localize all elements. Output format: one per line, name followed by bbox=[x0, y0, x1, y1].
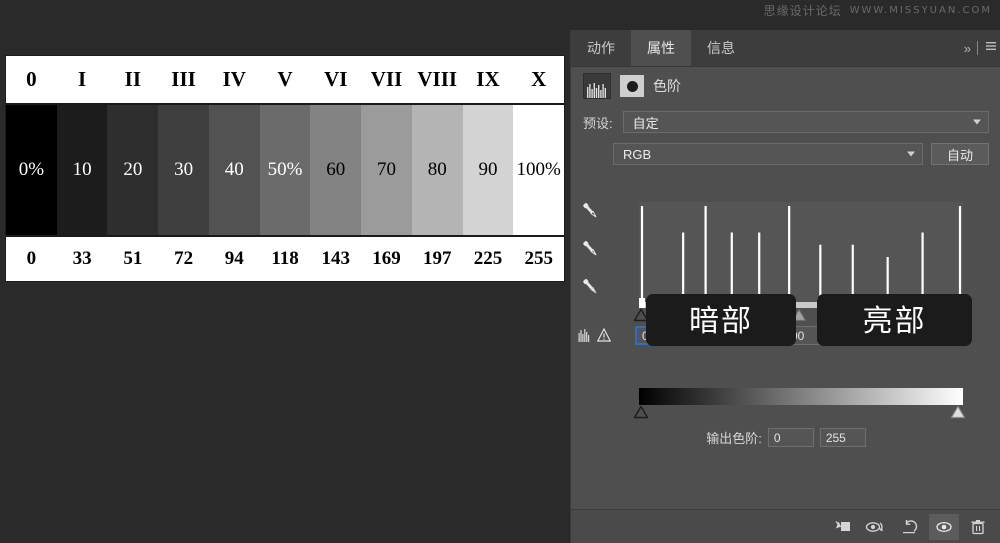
grayscale-swatch-cell: 70 bbox=[361, 105, 412, 235]
channel-row: RGB 自动 bbox=[571, 139, 1000, 169]
roman-numeral-cell: 0 bbox=[26, 67, 37, 91]
histogram-spike bbox=[786, 206, 793, 308]
roman-numeral-cell: IX bbox=[476, 67, 500, 91]
grayscale-swatch-cell: 30 bbox=[158, 105, 209, 235]
roman-numeral-cell: X bbox=[531, 67, 547, 91]
roman-numeral-cell: VI bbox=[324, 67, 348, 91]
tonal-value-row: 0 33 51 72 94 118 143 169 197 225 255 bbox=[6, 235, 564, 281]
grayscale-swatch-cell: 90 bbox=[462, 105, 514, 235]
black-point-eyedropper[interactable] bbox=[579, 200, 601, 222]
delete-adjustment-layer-button[interactable] bbox=[963, 514, 993, 540]
white-point-eyedropper[interactable] bbox=[579, 276, 601, 298]
histogram-spike bbox=[957, 206, 963, 308]
tonal-value-cell: 143 bbox=[321, 248, 351, 269]
annotation-highlights: 亮部 bbox=[817, 294, 972, 346]
grayscale-swatch-cell: 10 bbox=[56, 105, 108, 235]
roman-numeral-cell: V bbox=[277, 67, 293, 91]
toggle-layer-visibility-button[interactable] bbox=[929, 513, 959, 540]
view-previous-state-button[interactable] bbox=[861, 514, 891, 540]
channel-select-value: RGB bbox=[623, 146, 652, 162]
warning-triangle-icon bbox=[597, 328, 611, 342]
tonal-value-cell: 51 bbox=[123, 248, 143, 269]
preset-row: 预设: 自定 bbox=[571, 105, 1000, 139]
tonal-value-cell: 169 bbox=[372, 248, 401, 269]
watermark: 思缘设计论坛 WWW.MISSYUAN.COM bbox=[764, 2, 992, 19]
output-levels-row: 输出色阶: 0 255 bbox=[571, 428, 1000, 447]
adjustment-header: 色阶 bbox=[571, 67, 1000, 105]
histogram-spike bbox=[702, 206, 709, 308]
watermark-forum-name: 思缘设计论坛 bbox=[763, 4, 842, 18]
roman-numeral-cell: VII bbox=[370, 67, 403, 91]
roman-numeral-cell: II bbox=[124, 67, 142, 91]
preset-select[interactable]: 自定 bbox=[622, 111, 989, 133]
tab-info[interactable]: 信息 bbox=[691, 30, 751, 66]
output-white-slider[interactable] bbox=[950, 405, 966, 424]
chevron-down-icon bbox=[907, 151, 915, 157]
histogram-refresh-warning[interactable] bbox=[578, 328, 611, 342]
eyedropper-tools bbox=[579, 200, 601, 298]
grayscale-step-wedge-document: 0 I II III IV V VI VII VIII IX X 0% 10 20 30 40 50% 60 70… bbox=[6, 56, 565, 281]
annotation-shadows: 暗部 bbox=[646, 294, 796, 346]
output-white-field[interactable]: 255 bbox=[819, 428, 866, 447]
tonal-value-cell: 197 bbox=[422, 248, 452, 269]
roman-numeral-cell: III bbox=[171, 67, 196, 91]
roman-numeral-cell: I bbox=[78, 67, 87, 91]
tonal-value-cell: 72 bbox=[174, 248, 194, 269]
output-black-field[interactable]: 0 bbox=[767, 428, 814, 447]
roman-numeral-cell: IV bbox=[222, 67, 246, 91]
tab-properties[interactable]: 属性 bbox=[631, 30, 691, 66]
double-chevron-right-icon[interactable]: » bbox=[964, 41, 971, 56]
tab-bar-spacer bbox=[751, 30, 964, 66]
grayscale-swatch-cell: 40 bbox=[208, 105, 260, 235]
grayscale-swatch-cell: 50% bbox=[259, 105, 311, 235]
grayscale-swatch-cell: 80 bbox=[411, 105, 463, 235]
panel-menu-icon[interactable] bbox=[985, 39, 997, 57]
output-black-slider[interactable] bbox=[633, 405, 649, 424]
histogram-spike bbox=[639, 206, 645, 308]
chevron-down-icon bbox=[973, 119, 981, 125]
layer-mask-thumbnail[interactable] bbox=[620, 75, 644, 97]
panel-bottom-toolbar bbox=[571, 509, 1000, 543]
histogram-plot bbox=[639, 206, 963, 308]
watermark-site-url: WWW.MISSYUAN.COM bbox=[849, 5, 992, 16]
tonal-value-cell: 118 bbox=[271, 248, 299, 269]
panel-tab-controls: » bbox=[964, 30, 1000, 66]
roman-numeral-header-row: 0 I II III IV V VI VII VIII IX X bbox=[6, 56, 564, 105]
screenshot-root: 思缘设计论坛 WWW.MISSYUAN.COM 0 I II III IV V VI VII V… bbox=[0, 0, 1000, 543]
levels-histogram[interactable] bbox=[639, 202, 963, 308]
output-levels-gradient-bar bbox=[639, 388, 963, 405]
tonal-value-cell: 0 bbox=[26, 248, 37, 269]
preset-label: 预设: bbox=[583, 115, 613, 131]
mask-dot-icon bbox=[626, 80, 638, 92]
adjustment-title: 色阶 bbox=[653, 78, 681, 94]
channel-select[interactable]: RGB bbox=[613, 143, 923, 165]
grayscale-swatch-row: 0% 10 20 30 40 50% 60 70 80 90 100% bbox=[6, 105, 565, 235]
grayscale-swatch-cell: 60 bbox=[310, 105, 362, 235]
output-levels-slider-track bbox=[633, 405, 966, 424]
reset-adjustment-button[interactable] bbox=[895, 514, 925, 540]
tab-actions[interactable]: 动作 bbox=[571, 30, 631, 66]
roman-numeral-cell: VIII bbox=[417, 67, 458, 91]
grayscale-swatch-cell: 100% bbox=[513, 105, 565, 235]
clip-to-layer-button[interactable] bbox=[827, 514, 857, 540]
panel-tab-bar: 动作 属性 信息 » bbox=[571, 30, 1000, 67]
preset-select-value: 自定 bbox=[632, 115, 659, 131]
gray-point-eyedropper[interactable] bbox=[579, 238, 601, 260]
tonal-value-cell: 94 bbox=[224, 248, 244, 269]
grayscale-swatch-cell: 20 bbox=[107, 105, 159, 235]
tonal-value-cell: 33 bbox=[72, 248, 92, 269]
levels-adjustment-icon[interactable] bbox=[583, 73, 611, 99]
auto-button[interactable]: 自动 bbox=[931, 143, 989, 165]
output-levels-label: 输出色阶: bbox=[706, 431, 762, 446]
toolbar-divider bbox=[977, 41, 978, 55]
tonal-value-cell: 255 bbox=[524, 248, 553, 269]
properties-panel: 动作 属性 信息 » 色阶 预设: 自定 RGB 自动 输出色阶: 0 255 … bbox=[570, 30, 1000, 543]
grayscale-swatch-cell: 0% bbox=[6, 105, 57, 235]
tonal-value-cell: 225 bbox=[473, 248, 503, 269]
